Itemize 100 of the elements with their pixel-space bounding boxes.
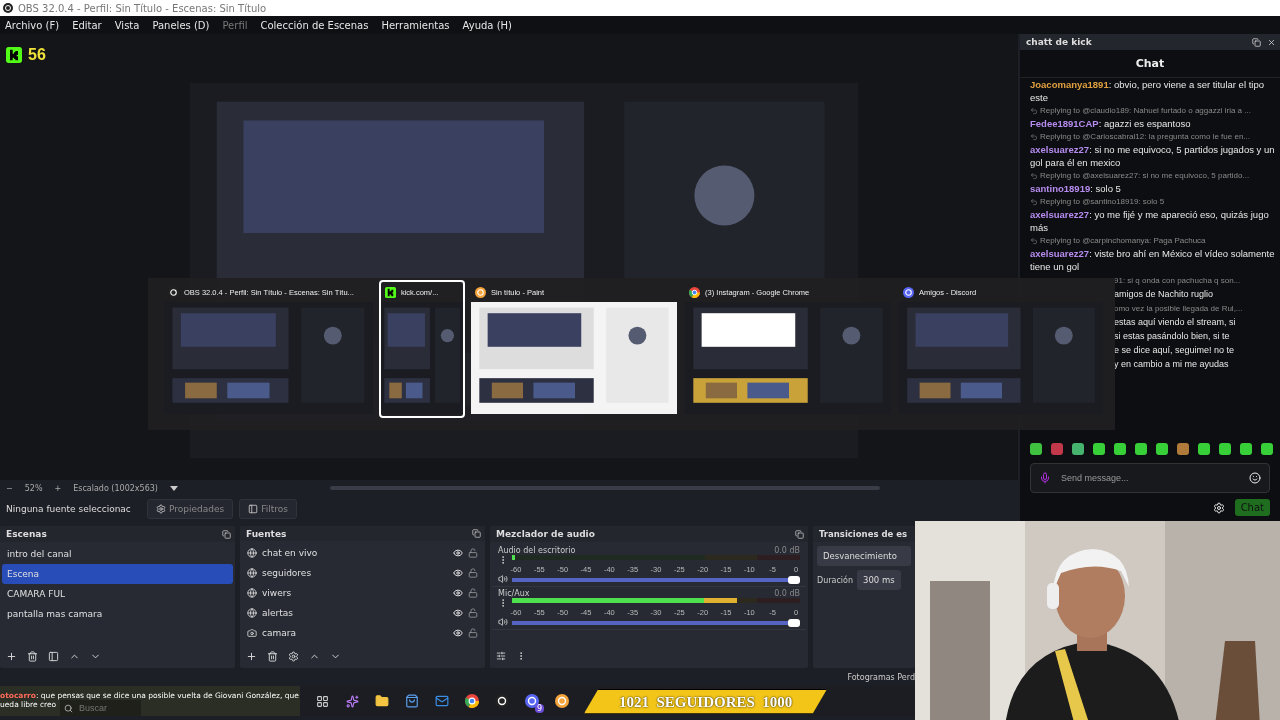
chat-message: si estas pasándolo bien, si te (1114, 330, 1230, 343)
emote-icon[interactable] (1114, 443, 1126, 455)
message-field[interactable]: Send message... (1030, 463, 1270, 493)
globe-icon (247, 548, 257, 559)
scene-item[interactable]: pantalla mas camara (2, 604, 233, 624)
circle-logo-icon (168, 286, 179, 298)
source-item[interactable]: chat en vivo (262, 548, 448, 559)
channel-name: Mic/Aux (498, 589, 530, 598)
trash-icon[interactable] (27, 650, 38, 662)
chat-message: Fedee1891CAP: agazzi es espantoso (1030, 117, 1192, 130)
chat-heading: Chat (1135, 57, 1165, 70)
reply-icon (1030, 236, 1038, 245)
float-icon[interactable] (1252, 37, 1261, 47)
eye-icon[interactable] (453, 568, 463, 579)
emote-icon[interactable] (1051, 443, 1063, 455)
reply-reference: Replying to @santino18919: solo 5 (1040, 196, 1165, 207)
unlock-icon[interactable] (468, 608, 478, 619)
menu-item[interactable]: Archivo (F) (5, 19, 60, 31)
discord-taskbar-icon[interactable]: 9 (520, 689, 544, 713)
eye-icon[interactable] (453, 628, 463, 639)
transition-select[interactable]: Desvanecimiento (817, 546, 911, 566)
emote-icon[interactable] (1240, 443, 1252, 455)
scroll-bar[interactable] (329, 486, 880, 490)
float-icon[interactable] (472, 529, 481, 539)
mic-icon[interactable] (1039, 472, 1051, 484)
scene-item[interactable]: CAMARA FUL (2, 584, 233, 604)
filter-icon (248, 504, 259, 514)
emote-icon[interactable] (1156, 443, 1168, 455)
close-icon[interactable] (1267, 37, 1276, 47)
source-item[interactable]: alertas (262, 608, 448, 619)
emote-icon[interactable] (1177, 443, 1189, 455)
unlock-icon[interactable] (468, 588, 478, 599)
settings-icon[interactable] (496, 651, 506, 661)
eye-icon[interactable] (453, 588, 463, 599)
reply-reference: Replying to @axelsuarez27: si no me equivoco, 5 partido... (1040, 170, 1250, 181)
eye-icon[interactable] (453, 608, 463, 619)
caret-icon[interactable] (169, 485, 178, 491)
reply-icon (1030, 132, 1038, 141)
emote-icon[interactable] (1219, 443, 1231, 455)
add-icon[interactable] (6, 650, 17, 662)
unlock-icon[interactable] (468, 548, 478, 559)
source-item[interactable]: seguidores (262, 568, 448, 579)
scale-label: Escalado (1002x563) (73, 483, 158, 493)
menu-item[interactable]: Vista (114, 19, 140, 31)
emote-icon[interactable] (1093, 443, 1105, 455)
emote-icon[interactable] (1261, 443, 1273, 455)
menu-item[interactable]: Editar (72, 19, 102, 31)
palette-icon (555, 694, 569, 708)
emote-icon[interactable] (1072, 443, 1084, 455)
menu-item[interactable]: Paneles (D) (152, 19, 210, 31)
source-item[interactable]: camara (262, 628, 448, 639)
menu-item[interactable]: Herramientas (381, 19, 450, 31)
eye-icon[interactable] (453, 548, 463, 559)
scene-item[interactable]: intro del canal (2, 544, 233, 564)
emoji-icon[interactable] (1249, 472, 1261, 484)
taskbar-search-field[interactable]: Buscar (60, 700, 141, 716)
settings-icon[interactable] (288, 651, 299, 663)
emote-icon[interactable] (1030, 443, 1042, 455)
globe-icon (247, 588, 257, 599)
settings-icon[interactable] (1212, 501, 1225, 514)
panel-title: Mezclador de audio (496, 529, 595, 539)
chat-message: y en cambio a mi me ayudas (1114, 358, 1229, 371)
emote-icon[interactable] (1135, 443, 1147, 455)
reply-icon (1030, 197, 1038, 206)
db-reading: 0.0 dB (774, 589, 800, 598)
speaker-icon[interactable] (498, 617, 508, 627)
menu-item[interactable]: Colección de Escenas (260, 19, 369, 31)
chat-message: axelsuarez27: viste bro ahí en México el vídeo solamente tiene un gol (1030, 247, 1276, 273)
scene-item[interactable]: Escena (2, 564, 233, 584)
add-icon[interactable] (246, 651, 257, 663)
source-item[interactable]: viwers (262, 588, 448, 599)
zoom-level: 52% (24, 483, 43, 493)
filter-icon[interactable] (48, 650, 59, 662)
trash-icon[interactable] (267, 651, 278, 663)
chat-message: estas aquí viendo el stream, si (1114, 316, 1236, 329)
circle-logo-icon (495, 694, 509, 708)
menu-item[interactable]: Ayuda (H) (462, 19, 512, 31)
reply-reference: Replying to @Carloscabral12: la pregunta como le fue en... (1040, 131, 1250, 142)
volume-handle[interactable] (788, 619, 800, 627)
search-input[interactable]: Buscar (77, 702, 137, 714)
speaker-icon[interactable] (498, 574, 508, 584)
float-icon[interactable] (222, 529, 231, 539)
controller-icon (903, 286, 914, 298)
unlock-icon[interactable] (468, 628, 478, 639)
controller-icon (525, 694, 539, 708)
search-icon[interactable] (64, 703, 73, 713)
float-icon[interactable] (795, 529, 804, 539)
emote-icon[interactable] (1198, 443, 1210, 455)
notification-badge: 9 (534, 704, 544, 713)
zoom-out-button[interactable]: − (6, 483, 13, 493)
duration-field[interactable]: 300 ms (857, 570, 901, 590)
chat-message: Joacomanya1891: obvio, pero viene a ser titular el tipo este (1030, 78, 1265, 104)
properties-button[interactable]: Propiedades (147, 499, 234, 519)
volume-handle[interactable] (788, 576, 800, 584)
zoom-in-button[interactable]: + (54, 483, 62, 493)
camera-icon (247, 628, 257, 639)
filters-button[interactable]: Filtros (239, 499, 297, 519)
reply-reference: 91: si q onda con pachucha q son... (1114, 275, 1241, 287)
message-input[interactable]: Send message... (1059, 472, 1241, 484)
unlock-icon[interactable] (468, 568, 478, 579)
